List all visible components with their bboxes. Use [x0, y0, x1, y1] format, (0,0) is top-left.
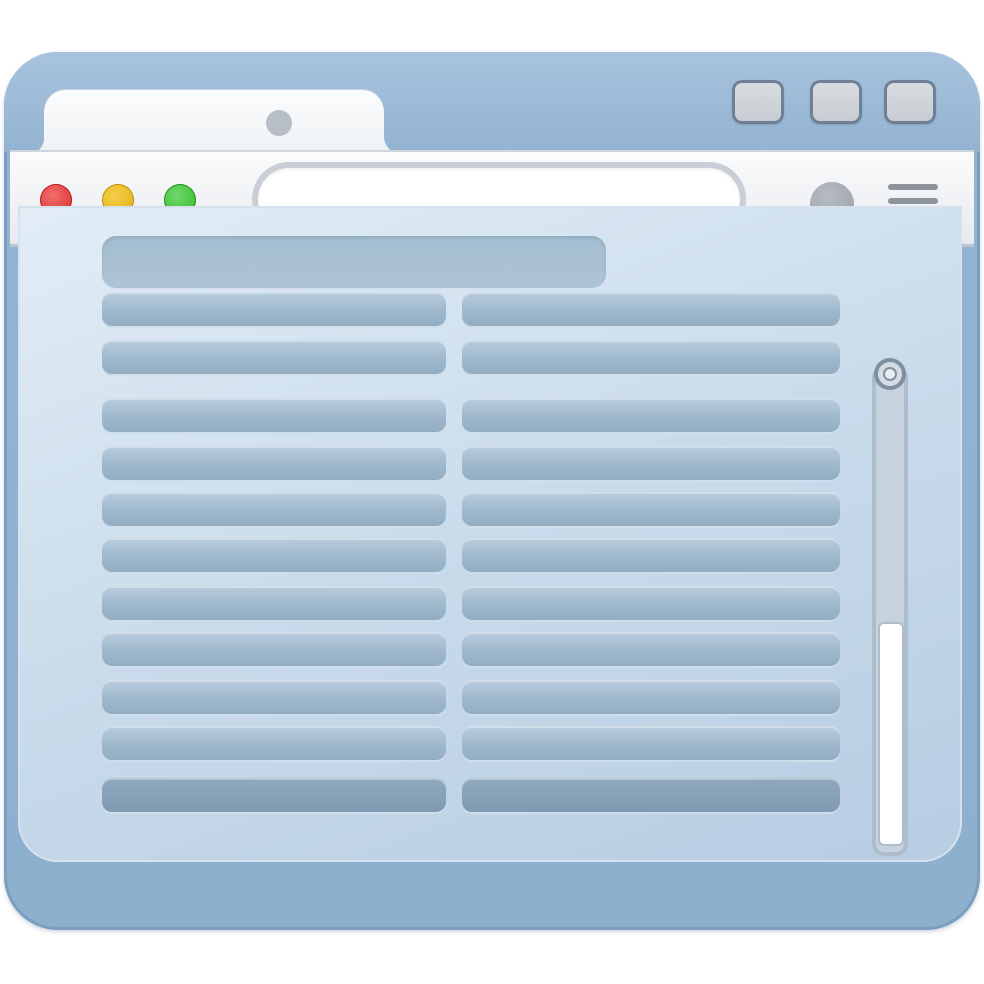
- tab-favicon-icon: [266, 110, 292, 136]
- page-heading-placeholder: [102, 236, 606, 288]
- content-row-placeholder: [102, 778, 446, 812]
- content-row-placeholder: [462, 632, 840, 666]
- menu-line: [888, 184, 938, 190]
- content-row-placeholder: [462, 292, 840, 326]
- content-row-placeholder: [462, 492, 840, 526]
- scrollbar-top-button[interactable]: [874, 358, 906, 390]
- content-row-placeholder: [462, 680, 840, 714]
- browser-window-illustration: [0, 0, 984, 984]
- content-row-placeholder: [102, 340, 446, 374]
- maximize-button[interactable]: [810, 80, 862, 124]
- content-row-placeholder: [102, 632, 446, 666]
- content-row-placeholder: [462, 778, 840, 812]
- browser-tab[interactable]: [24, 90, 406, 156]
- content-row-placeholder: [462, 586, 840, 620]
- content-row-placeholder: [462, 398, 840, 432]
- content-row-placeholder: [102, 586, 446, 620]
- content-row-placeholder: [462, 726, 840, 760]
- content-row-placeholder: [102, 492, 446, 526]
- content-row-placeholder: [462, 340, 840, 374]
- content-row-placeholder: [462, 538, 840, 572]
- content-row-placeholder: [102, 726, 446, 760]
- minimize-button[interactable]: [732, 80, 784, 124]
- content-row-placeholder: [462, 446, 840, 480]
- page-content: [18, 206, 962, 862]
- content-row-placeholder: [102, 292, 446, 326]
- content-row-placeholder: [102, 680, 446, 714]
- close-window-button[interactable]: [884, 80, 936, 124]
- menu-line: [888, 198, 938, 204]
- content-row-placeholder: [102, 538, 446, 572]
- scrollbar-thumb[interactable]: [880, 624, 902, 844]
- content-row-placeholder: [102, 446, 446, 480]
- content-row-placeholder: [102, 398, 446, 432]
